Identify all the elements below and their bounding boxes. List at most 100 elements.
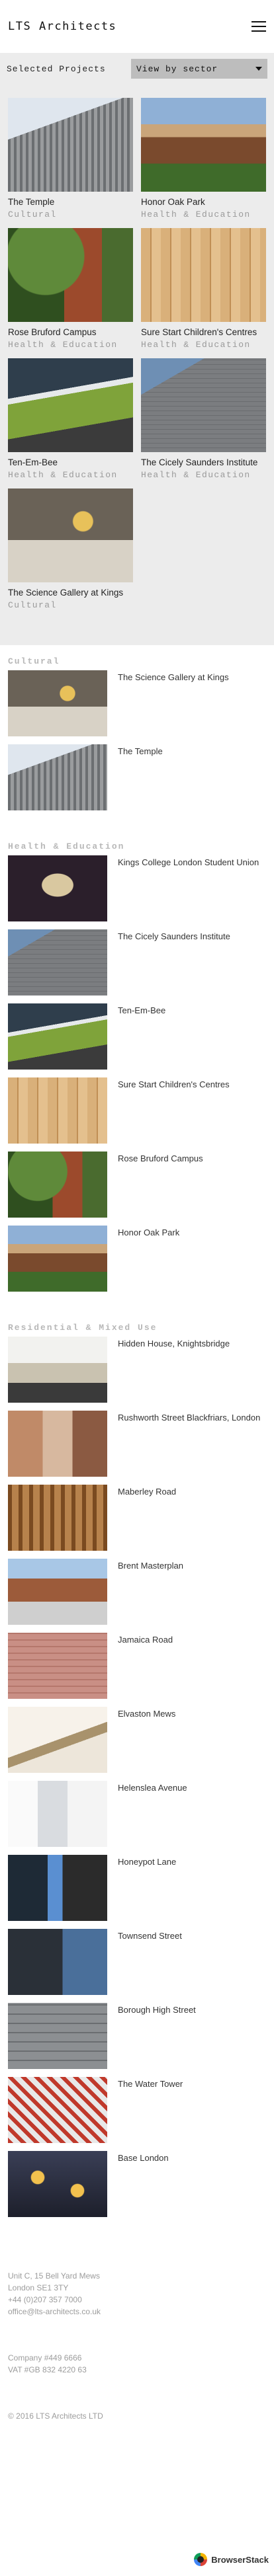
- project-thumbnail[interactable]: [8, 1003, 107, 1070]
- project-row[interactable]: Maberley Road: [8, 1485, 266, 1559]
- project-title[interactable]: Sure Start Children's Centres: [141, 327, 266, 338]
- project-category: Health & Education: [8, 470, 118, 480]
- project-title[interactable]: Ten-Em-Bee: [118, 1005, 165, 1017]
- menu-icon[interactable]: [251, 21, 266, 32]
- project-title[interactable]: Ten-Em-Bee: [8, 457, 133, 468]
- sector-heading[interactable]: Cultural: [8, 652, 266, 670]
- project-row[interactable]: Honor Oak Park: [8, 1226, 266, 1300]
- project-thumbnail[interactable]: [8, 488, 133, 582]
- browserstack-logo-icon: [194, 2553, 208, 2566]
- phone-link[interactable]: +44 (0)207 357 7000: [8, 2294, 266, 2306]
- project-thumbnail[interactable]: [8, 1485, 107, 1551]
- project-row[interactable]: The Cicely Saunders Institute: [8, 929, 266, 1003]
- project-card[interactable]: Honor Oak Park Health & Education: [141, 98, 266, 220]
- project-row[interactable]: Rushworth Street Blackfriars, London: [8, 1411, 266, 1485]
- project-row[interactable]: The Science Gallery at Kings: [8, 670, 266, 744]
- address-line-2: London SE1 3TY: [8, 2283, 69, 2292]
- project-title[interactable]: Honeypot Lane: [118, 1856, 176, 1868]
- project-thumbnail[interactable]: [141, 98, 266, 192]
- project-thumbnail[interactable]: [8, 2151, 107, 2217]
- project-category: Cultural: [8, 600, 57, 610]
- project-thumbnail[interactable]: [8, 228, 133, 322]
- project-title[interactable]: The Temple: [8, 196, 133, 208]
- project-title[interactable]: The Science Gallery at Kings: [8, 587, 133, 598]
- project-thumbnail[interactable]: [8, 1633, 107, 1699]
- project-card[interactable]: Rose Bruford Campus Health & Education: [8, 228, 133, 350]
- browserstack-label: BrowserStack: [211, 2554, 269, 2565]
- project-thumbnail[interactable]: [8, 1226, 107, 1292]
- project-row[interactable]: Jamaica Road: [8, 1633, 266, 1707]
- project-thumbnail[interactable]: [8, 98, 133, 192]
- filter-title: Selected Projects: [7, 63, 106, 74]
- company-number: Company #449 6666: [8, 2353, 82, 2362]
- project-thumbnail[interactable]: [8, 1077, 107, 1144]
- project-title[interactable]: Kings College London Student Union: [118, 857, 259, 869]
- project-card[interactable]: Ten-Em-Bee Health & Education: [8, 358, 133, 481]
- project-title[interactable]: The Temple: [118, 746, 163, 758]
- project-title[interactable]: Borough High Street: [118, 2004, 196, 2016]
- project-card[interactable]: The Cicely Saunders Institute Health & Ed…: [141, 358, 266, 481]
- sector-select[interactable]: View by sector: [131, 59, 267, 79]
- project-row[interactable]: Kings College London Student Union: [8, 855, 266, 929]
- project-thumbnail[interactable]: [8, 670, 107, 736]
- project-thumbnail[interactable]: [8, 1151, 107, 1218]
- project-card[interactable]: The Science Gallery at Kings Cultural: [8, 488, 133, 611]
- project-thumbnail[interactable]: [8, 1707, 107, 1773]
- project-title[interactable]: Brent Masterplan: [118, 1560, 183, 1572]
- project-thumbnail[interactable]: [8, 1855, 107, 1921]
- project-title[interactable]: Elvaston Mews: [118, 1708, 175, 1720]
- project-title[interactable]: The Cicely Saunders Institute: [141, 457, 266, 468]
- vat-number: VAT #GB 832 4220 63: [8, 2365, 87, 2374]
- project-row[interactable]: The Temple: [8, 744, 266, 818]
- project-row[interactable]: Rose Bruford Campus: [8, 1151, 266, 1226]
- project-thumbnail[interactable]: [8, 358, 133, 452]
- project-row[interactable]: Borough High Street: [8, 2003, 266, 2077]
- project-title[interactable]: The Science Gallery at Kings: [118, 672, 229, 683]
- address-line-1: Unit C, 15 Bell Yard Mews: [8, 2271, 100, 2281]
- project-thumbnail[interactable]: [8, 855, 107, 921]
- project-title[interactable]: Honor Oak Park: [141, 196, 266, 208]
- sector-heading[interactable]: Health & Education: [8, 837, 266, 855]
- sector-select-value: View by sector: [136, 63, 218, 74]
- project-category: Health & Education: [141, 470, 251, 480]
- project-row[interactable]: Honeypot Lane: [8, 1855, 266, 1929]
- project-title[interactable]: Rose Bruford Campus: [8, 327, 133, 338]
- project-row[interactable]: Ten-Em-Bee: [8, 1003, 266, 1077]
- project-title[interactable]: The Water Tower: [118, 2078, 183, 2090]
- project-thumbnail[interactable]: [8, 2077, 107, 2143]
- project-thumbnail[interactable]: [141, 228, 266, 322]
- project-row[interactable]: Townsend Street: [8, 1929, 266, 2003]
- project-thumbnail[interactable]: [8, 744, 107, 810]
- project-title[interactable]: Sure Start Children's Centres: [118, 1079, 230, 1091]
- project-title[interactable]: Hidden House, Knightsbridge: [118, 1338, 230, 1350]
- sector-heading[interactable]: Residential & Mixed Use: [8, 1318, 266, 1337]
- project-row[interactable]: Elvaston Mews: [8, 1707, 266, 1781]
- project-title[interactable]: Townsend Street: [118, 1930, 182, 1942]
- site-logo[interactable]: LTS Architects: [8, 20, 116, 33]
- project-thumbnail[interactable]: [8, 1411, 107, 1477]
- project-title[interactable]: Rushworth Street Blackfriars, London: [118, 1412, 260, 1424]
- project-thumbnail[interactable]: [8, 1559, 107, 1625]
- project-title[interactable]: Helenslea Avenue: [118, 1782, 187, 1794]
- project-title[interactable]: Jamaica Road: [118, 1634, 173, 1646]
- project-thumbnail[interactable]: [8, 1337, 107, 1403]
- project-row[interactable]: Base London: [8, 2151, 266, 2225]
- project-title[interactable]: Rose Bruford Campus: [118, 1153, 203, 1165]
- project-row[interactable]: Helenslea Avenue: [8, 1781, 266, 1855]
- project-thumbnail[interactable]: [8, 1781, 107, 1847]
- project-row[interactable]: Sure Start Children's Centres: [8, 1077, 266, 1151]
- project-title[interactable]: Base London: [118, 2152, 169, 2164]
- email-link[interactable]: office@lts-architects.co.uk: [8, 2306, 266, 2318]
- project-row[interactable]: Brent Masterplan: [8, 1559, 266, 1633]
- project-title[interactable]: Honor Oak Park: [118, 1227, 179, 1239]
- project-title[interactable]: The Cicely Saunders Institute: [118, 931, 230, 943]
- project-card[interactable]: Sure Start Children's Centres Health & Ed…: [141, 228, 266, 350]
- project-card[interactable]: The Temple Cultural: [8, 98, 133, 220]
- project-row[interactable]: Hidden House, Knightsbridge: [8, 1337, 266, 1411]
- project-thumbnail[interactable]: [8, 1929, 107, 1995]
- project-title[interactable]: Maberley Road: [118, 1486, 176, 1498]
- project-thumbnail[interactable]: [8, 929, 107, 995]
- project-thumbnail[interactable]: [8, 2003, 107, 2069]
- project-row[interactable]: The Water Tower: [8, 2077, 266, 2151]
- project-thumbnail[interactable]: [141, 358, 266, 452]
